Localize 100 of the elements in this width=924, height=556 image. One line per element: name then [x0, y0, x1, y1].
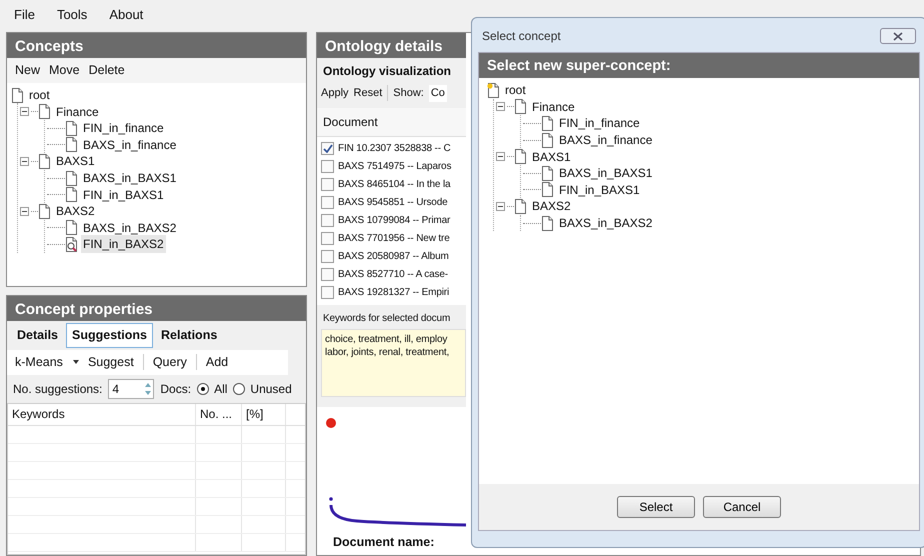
field-label: Docs:: [160, 380, 192, 398]
page-icon: [11, 88, 24, 103]
tree-item[interactable]: BAXS_in_BAXS2: [557, 214, 654, 232]
checkbox[interactable]: [321, 214, 334, 227]
expander-icon[interactable]: [496, 202, 505, 211]
tab[interactable]: Relations: [155, 323, 224, 348]
tree-item[interactable]: BAXS1: [54, 152, 97, 170]
page-icon: [38, 204, 51, 219]
list-item[interactable]: BAXS 8527710 -- A case-: [338, 267, 448, 282]
page-icon: [541, 182, 554, 198]
dialog-button[interactable]: Select: [617, 496, 695, 518]
field-label: Document name:: [333, 534, 434, 552]
text-line: labor, joints, renal, treatment,: [325, 346, 450, 358]
list-item[interactable]: BAXS 8465104 -- In the la: [338, 177, 450, 192]
radio-option[interactable]: Unused: [233, 380, 292, 398]
toolbar-button[interactable]: Add: [206, 352, 228, 372]
dropdown-field[interactable]: Co: [428, 85, 447, 102]
tree-item[interactable]: BAXS_in_BAXS1: [557, 164, 654, 182]
toolbar-button[interactable]: Suggest: [88, 352, 134, 372]
checkbox[interactable]: [321, 286, 334, 299]
list-item[interactable]: BAXS 7701956 -- New tre: [338, 231, 450, 246]
page-icon: [65, 137, 78, 152]
expander-icon[interactable]: [496, 152, 505, 162]
tree-item[interactable]: FIN_in_BAXS2: [81, 235, 166, 254]
tree-item[interactable]: Finance: [530, 98, 577, 116]
column-header[interactable]: [%]: [242, 404, 286, 424]
section-label: Keywords for selected docum: [323, 312, 450, 324]
page-icon: [541, 116, 554, 131]
tree-item[interactable]: root: [27, 86, 52, 104]
dialog-title: Select concept: [482, 28, 561, 45]
spin-arrows-icon: [143, 380, 154, 396]
dialog-heading: Select new super-concept:: [479, 53, 919, 78]
number-spinner[interactable]: 4: [108, 378, 154, 398]
expander-icon[interactable]: [20, 206, 29, 216]
list-item[interactable]: BAXS 7514975 -- Laparos: [338, 159, 452, 174]
toolbar-button[interactable]: Move: [49, 61, 80, 80]
radio-option[interactable]: All: [197, 380, 228, 398]
page-icon: [38, 104, 51, 120]
page-icon: [65, 170, 78, 186]
panel-header: Concept properties: [7, 296, 306, 321]
tree-item[interactable]: FIN_in_BAXS1: [557, 180, 642, 199]
tree-item[interactable]: FIN_in_finance: [557, 114, 642, 132]
point-marker: [329, 496, 333, 500]
tree-item[interactable]: BAXS_in_finance: [557, 131, 654, 150]
list-item[interactable]: BAXS 20580987 -- Album: [338, 249, 449, 264]
tree-item[interactable]: BAXS2: [530, 197, 573, 216]
menu-item[interactable]: File: [10, 5, 39, 24]
list-item[interactable]: BAXS 19281327 -- Empiri: [338, 285, 450, 300]
page-icon: [514, 149, 527, 164]
page-star-icon: [487, 82, 500, 98]
page-icon: [38, 154, 51, 169]
expander-icon[interactable]: [20, 156, 29, 166]
panel-header: Ontology details: [317, 33, 466, 58]
list-item[interactable]: BAXS 10799084 -- Primar: [338, 213, 450, 228]
column-header[interactable]: Keywords: [8, 404, 196, 424]
expander-icon[interactable]: [20, 107, 29, 116]
field-label: Show:: [393, 86, 424, 101]
tree-item[interactable]: BAXS_in_finance: [81, 136, 178, 154]
menu-item[interactable]: About: [105, 5, 148, 24]
toolbar-button[interactable]: Delete: [88, 61, 125, 80]
toolbar-button[interactable]: New: [15, 61, 40, 80]
tree-item[interactable]: BAXS_in_BAXS1: [81, 169, 178, 188]
checkbox[interactable]: [321, 250, 334, 263]
tree-item[interactable]: BAXS2: [54, 202, 97, 220]
text-line: choice, treatment, ill, employ: [325, 332, 448, 346]
checkbox[interactable]: [321, 268, 334, 281]
tree-item[interactable]: root: [503, 81, 528, 100]
page-icon: [65, 120, 78, 136]
dialog-button[interactable]: Cancel: [703, 496, 781, 518]
tree-item[interactable]: FIN_in_BAXS1: [81, 186, 166, 204]
checkbox[interactable]: [321, 232, 334, 245]
caret-icon: [72, 360, 79, 364]
dropdown-button[interactable]: k-Means: [15, 352, 79, 372]
list-item[interactable]: BAXS 9545851 -- Ursode: [338, 195, 448, 210]
page-icon: [541, 216, 554, 231]
tab[interactable]: Suggestions: [66, 323, 154, 348]
checkbox[interactable]: [321, 196, 334, 209]
toolbar-button[interactable]: Reset: [354, 85, 382, 102]
point-marker: [326, 418, 336, 428]
page-icon: [65, 187, 78, 202]
close-button[interactable]: [880, 28, 916, 44]
tab[interactable]: Ontology visualization: [323, 64, 452, 78]
checkbox[interactable]: [321, 142, 334, 155]
toolbar-button[interactable]: Apply: [321, 85, 349, 102]
menu-item[interactable]: Tools: [52, 5, 92, 24]
tree-item[interactable]: FIN_in_finance: [81, 119, 166, 138]
tree-item[interactable]: BAXS1: [530, 148, 573, 166]
checkbox[interactable]: [321, 178, 334, 191]
tree-item[interactable]: BAXS_in_BAXS2: [81, 218, 178, 237]
toolbar-button[interactable]: Query: [152, 352, 187, 372]
column-header[interactable]: No. ...: [196, 404, 242, 424]
tab[interactable]: Details: [11, 323, 64, 348]
close-icon: [893, 32, 903, 40]
checkbox[interactable]: [321, 160, 334, 173]
list-item[interactable]: FIN 10.2307 3528838 -- C: [338, 141, 451, 156]
tree-item[interactable]: Finance: [54, 102, 101, 121]
page-icon: [514, 99, 527, 114]
field-label: No. suggestions:: [13, 380, 102, 398]
check-icon: [322, 144, 332, 153]
expander-icon[interactable]: [496, 102, 505, 112]
